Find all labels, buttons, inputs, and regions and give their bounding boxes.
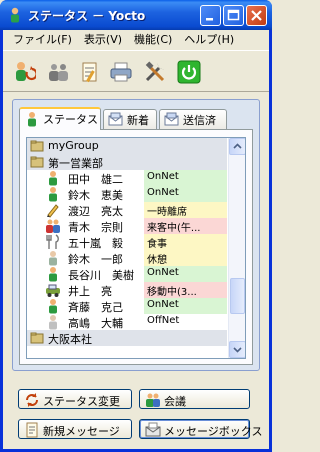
member-name: 渡辺 亮太 [68,205,123,218]
group-row[interactable]: 大阪本社 [27,330,227,346]
menu-view[interactable]: 表示(V) [78,31,128,49]
window-title: ステータス － Yocto [28,9,146,23]
vehicle-icon [46,284,60,297]
minimize-icon [206,18,213,21]
maximize-icon [227,9,240,21]
maximize-button[interactable] [223,5,244,26]
app-window: ステータス － Yocto ファイル(F) 表示(V) 機能(C) ヘルプ(H) [0,0,272,452]
tab-status[interactable]: ステータス [19,107,101,130]
tools-icon[interactable] [143,60,167,84]
member-status: OnNet [144,298,227,314]
member-row[interactable]: 青木 宗則 来客中(午... [27,218,227,234]
status-change-button[interactable]: ステータス変更 [18,389,132,409]
member-status: 来客中(午... [144,218,227,234]
member-name: 五十嵐 毅 [68,237,123,250]
member-status: 移動中(3... [144,282,227,298]
member-name: 斉藤 克己 [68,301,123,314]
member-row[interactable]: 鈴木 一郎 休憩 [27,250,227,266]
member-status: 休憩 [144,250,227,266]
member-row[interactable]: 高嶋 大輔 OffNet [27,314,227,330]
group-row[interactable]: myGroup [27,138,227,154]
menu-function[interactable]: 機能(C) [128,31,178,49]
status-tab-page: myGroup 第一営業部田中 雄二 OnNet 鈴木 恵美 OnNet 渡辺 亮太 一時離… [19,129,253,365]
group-icon[interactable] [47,60,71,84]
vertical-scrollbar[interactable] [228,138,245,358]
users-refresh-icon[interactable] [12,60,36,84]
group-folder-icon [30,332,44,344]
member-row[interactable]: 長谷川 美樹 OnNet [27,266,227,282]
member-status: OffNet [144,314,227,330]
scroll-thumb[interactable] [230,278,245,314]
person-online-icon [49,267,57,282]
meal-icon [46,234,59,249]
new-message-button[interactable]: 新規メッセージ [18,419,132,439]
close-button[interactable] [246,5,267,26]
member-list[interactable]: myGroup 第一営業部田中 雄二 OnNet 鈴木 恵美 OnNet 渡辺 亮太 一時離… [26,137,246,359]
chevron-down-icon [233,347,242,353]
member-status: OnNet [144,170,227,186]
mailbox-icon [145,422,161,437]
sent-mail-icon [164,112,179,126]
member-name: 鈴木 恵美 [68,189,123,202]
member-row[interactable]: 井上 亮 移動中(3... [27,282,227,298]
group-folder-icon [30,156,44,168]
power-icon[interactable] [177,60,201,84]
member-status: OnNet [144,266,227,282]
message-box-button[interactable]: メッセージボックス [139,419,262,439]
chevron-up-icon [233,143,242,149]
member-status: 食事 [144,234,227,250]
member-row[interactable]: 鈴木 恵美 OnNet [27,186,227,202]
person-online-icon [49,299,57,314]
person-online-icon [49,171,57,186]
person-online-icon [49,187,57,202]
scroll-up-button[interactable] [229,138,245,155]
main-panel: ステータス 新着 送信済 myGroup 第一営業部 田中 雄二 OnNet 鈴木 恵美… [12,99,260,371]
group-row[interactable]: 第一営業部 [27,154,227,170]
visitor-icon [46,219,60,233]
member-row[interactable]: 斉藤 克己 OnNet [27,298,227,314]
printer-icon[interactable] [109,60,133,84]
toolbar [3,50,269,92]
member-rows: myGroup 第一営業部田中 雄二 OnNet 鈴木 恵美 OnNet 渡辺 亮太 一時離… [27,138,227,346]
member-name: 青木 宗則 [68,221,123,234]
scroll-down-button[interactable] [229,341,245,358]
member-status: OnNet [144,186,227,202]
tab-sent[interactable]: 送信済 [159,109,227,129]
member-row[interactable]: 渡辺 亮太 一時離席 [27,202,227,218]
group-label: 第一営業部 [48,157,103,170]
member-name: 高嶋 大輔 [68,317,123,330]
memo-icon [26,422,38,438]
minimize-button[interactable] [200,5,221,26]
new-mail-icon [108,112,123,126]
member-name: 鈴木 一郎 [68,253,123,266]
group-label: 大阪本社 [48,333,92,346]
group-folder-icon [30,140,44,152]
member-status: 一時離席 [144,202,227,218]
memo-icon[interactable] [78,60,102,84]
meeting-button[interactable]: 会議 [139,389,250,409]
member-name: 長谷川 美樹 [68,269,134,282]
member-row[interactable]: 五十嵐 毅 食事 [27,234,227,250]
person-offline-icon [49,315,57,330]
person-break-icon [49,251,57,266]
menu-help[interactable]: ヘルプ(H) [178,31,240,49]
group-label: myGroup [48,139,99,152]
member-row[interactable]: 田中 雄二 OnNet [27,170,227,186]
app-icon [11,7,19,23]
refresh-icon [26,393,38,407]
pencil-icon [47,204,59,218]
title-bar[interactable]: ステータス － Yocto [0,0,272,30]
close-icon [251,10,262,21]
menu-bar: ファイル(F) 表示(V) 機能(C) ヘルプ(H) [3,30,269,50]
menu-file[interactable]: ファイル(F) [7,31,78,49]
member-name: 田中 雄二 [68,173,123,186]
meeting-icon [146,393,160,407]
person-icon [28,112,36,127]
tab-new[interactable]: 新着 [103,109,157,129]
member-name: 井上 亮 [68,285,112,298]
